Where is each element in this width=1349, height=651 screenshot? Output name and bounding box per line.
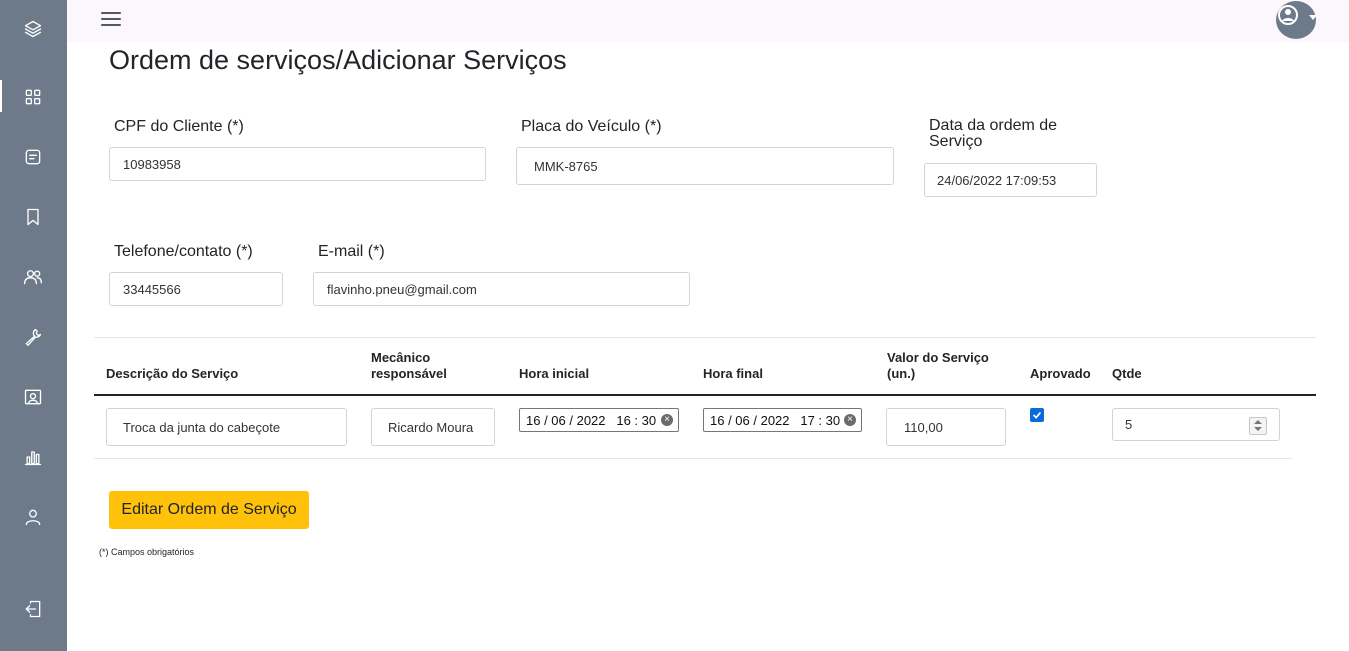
th-qtde: Qtde <box>1112 366 1142 381</box>
th-mecanico: Mecânico responsável <box>371 350 447 382</box>
telefone-input[interactable]: 33445566 <box>109 272 283 306</box>
logout-icon[interactable] <box>19 595 47 623</box>
top-bar <box>67 0 1349 42</box>
edit-order-button[interactable]: Editar Ordem de Serviço <box>109 491 309 529</box>
note-icon[interactable] <box>19 143 47 171</box>
data-label: Data da ordem de Serviço <box>929 118 1057 150</box>
th-mecanico-line1: Mecânico <box>371 350 431 365</box>
cpf-input[interactable]: 10983958 <box>109 147 486 181</box>
hamburger-menu-icon[interactable] <box>101 12 121 28</box>
id-card-icon[interactable] <box>19 383 47 411</box>
th-valor-line1: Valor do Serviço <box>887 350 989 365</box>
hora-inicial-input[interactable]: 16 / 06 / 2022 16 : 30 × <box>519 408 679 432</box>
layers-icon[interactable] <box>19 15 47 43</box>
valor-input[interactable]: 110,00 <box>886 408 1006 446</box>
th-descricao: Descrição do Serviço <box>106 366 239 381</box>
row-divider <box>94 458 1292 459</box>
users-icon[interactable] <box>19 263 47 291</box>
hora-inicial-value: 16 / 06 / 2022 16 : 30 <box>526 412 657 428</box>
th-aprovado: Aprovado <box>1030 366 1091 381</box>
bookmark-icon[interactable] <box>19 203 47 231</box>
telefone-label: Telefone/contato (*) <box>114 243 253 260</box>
mecanico-input[interactable]: Ricardo Moura <box>371 408 495 446</box>
sidebar <box>0 0 67 651</box>
hora-final-value: 16 / 06 / 2022 17 : 30 <box>710 412 841 428</box>
cpf-label: CPF do Cliente (*) <box>114 118 244 135</box>
clear-icon[interactable]: × <box>661 414 673 426</box>
th-hora-final: Hora final <box>703 366 763 381</box>
chevron-down-icon[interactable] <box>1309 15 1317 20</box>
page-title: Ordem de serviços/Adicionar Serviços <box>109 45 567 75</box>
placa-input[interactable]: MMK-8765 <box>516 147 894 185</box>
data-input[interactable]: 24/06/2022 17:09:53 <box>924 163 1097 197</box>
aprovado-checkbox[interactable] <box>1030 408 1044 422</box>
clear-icon[interactable]: × <box>844 414 856 426</box>
qtde-value: 5 <box>1125 417 1133 432</box>
placa-label: Placa do Veículo (*) <box>521 118 662 135</box>
dashboard-grid-icon[interactable] <box>19 83 47 111</box>
active-indicator <box>0 80 2 112</box>
email-input[interactable]: flavinho.pneu@gmail.com <box>313 272 690 306</box>
table-header-border <box>94 394 1316 396</box>
email-label: E-mail (*) <box>318 243 385 260</box>
th-hora-inicial: Hora inicial <box>519 366 590 381</box>
wrench-icon[interactable] <box>19 323 47 351</box>
required-fields-note: (*) Campos obrigatórios <box>99 547 195 557</box>
bar-chart-icon[interactable] <box>19 443 47 471</box>
divider <box>94 337 1316 338</box>
th-valor-line2: (un.) <box>887 366 916 381</box>
check-icon <box>1032 411 1042 419</box>
data-label-line2: Serviço <box>929 133 983 150</box>
avatar[interactable] <box>1276 1 1316 39</box>
data-label-line1: Data da ordem de <box>929 117 1058 134</box>
descricao-input[interactable]: Troca da junta do cabeçote <box>106 408 347 446</box>
user-icon[interactable] <box>19 503 47 531</box>
th-mecanico-line2: responsável <box>371 366 447 381</box>
qtde-stepper[interactable]: 5 <box>1112 408 1280 441</box>
th-valor: Valor do Serviço (un.) <box>887 350 989 382</box>
hora-final-input[interactable]: 16 / 06 / 2022 17 : 30 × <box>703 408 862 432</box>
spin-arrows-icon[interactable] <box>1249 417 1267 435</box>
